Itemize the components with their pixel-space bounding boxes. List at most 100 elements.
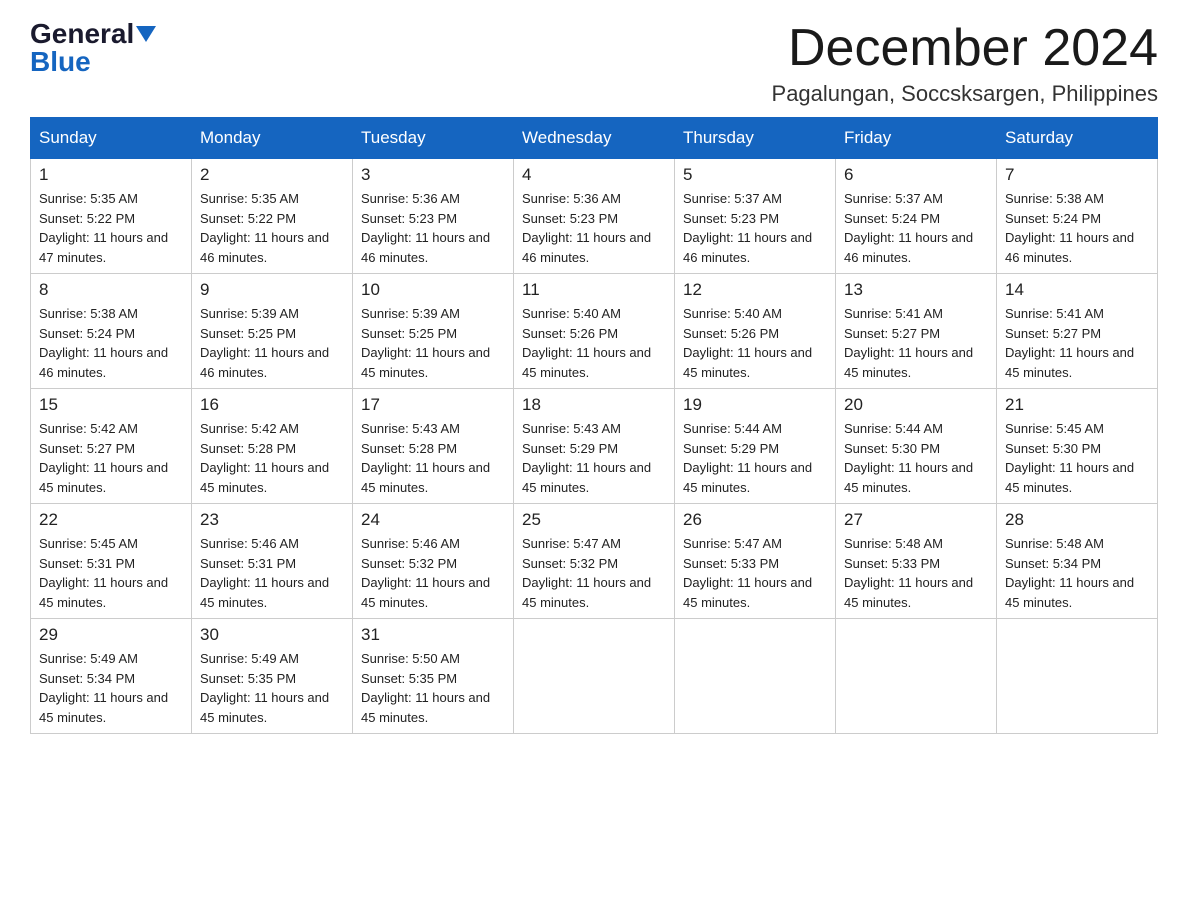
header-sunday: Sunday [31, 118, 192, 159]
day-info: Sunrise: 5:44 AM Sunset: 5:30 PM Dayligh… [844, 419, 988, 497]
sunrise-label: Sunrise: 5:47 AM [522, 536, 621, 551]
calendar-cell: 15 Sunrise: 5:42 AM Sunset: 5:27 PM Dayl… [31, 389, 192, 504]
day-info: Sunrise: 5:39 AM Sunset: 5:25 PM Dayligh… [200, 304, 344, 382]
sunrise-label: Sunrise: 5:40 AM [522, 306, 621, 321]
day-info: Sunrise: 5:37 AM Sunset: 5:24 PM Dayligh… [844, 189, 988, 267]
daylight-label: Daylight: 11 hours and 45 minutes. [200, 690, 329, 725]
sunrise-label: Sunrise: 5:38 AM [39, 306, 138, 321]
day-info: Sunrise: 5:35 AM Sunset: 5:22 PM Dayligh… [39, 189, 183, 267]
sunrise-label: Sunrise: 5:45 AM [39, 536, 138, 551]
location-subtitle: Pagalungan, Soccsksargen, Philippines [772, 81, 1158, 107]
calendar-cell: 12 Sunrise: 5:40 AM Sunset: 5:26 PM Dayl… [675, 274, 836, 389]
sunset-label: Sunset: 5:30 PM [1005, 441, 1101, 456]
calendar-cell: 22 Sunrise: 5:45 AM Sunset: 5:31 PM Dayl… [31, 504, 192, 619]
logo-general: General [30, 20, 134, 48]
calendar-cell: 5 Sunrise: 5:37 AM Sunset: 5:23 PM Dayli… [675, 159, 836, 274]
calendar-cell: 18 Sunrise: 5:43 AM Sunset: 5:29 PM Dayl… [514, 389, 675, 504]
sunset-label: Sunset: 5:22 PM [200, 211, 296, 226]
day-number: 21 [1005, 395, 1149, 415]
day-info: Sunrise: 5:42 AM Sunset: 5:28 PM Dayligh… [200, 419, 344, 497]
sunrise-label: Sunrise: 5:42 AM [39, 421, 138, 436]
calendar-cell: 2 Sunrise: 5:35 AM Sunset: 5:22 PM Dayli… [192, 159, 353, 274]
daylight-label: Daylight: 11 hours and 45 minutes. [1005, 345, 1134, 380]
day-info: Sunrise: 5:36 AM Sunset: 5:23 PM Dayligh… [361, 189, 505, 267]
daylight-label: Daylight: 11 hours and 45 minutes. [683, 345, 812, 380]
day-info: Sunrise: 5:49 AM Sunset: 5:34 PM Dayligh… [39, 649, 183, 727]
sunrise-label: Sunrise: 5:35 AM [39, 191, 138, 206]
day-info: Sunrise: 5:46 AM Sunset: 5:32 PM Dayligh… [361, 534, 505, 612]
day-number: 13 [844, 280, 988, 300]
sunset-label: Sunset: 5:24 PM [1005, 211, 1101, 226]
daylight-label: Daylight: 11 hours and 45 minutes. [39, 690, 168, 725]
calendar-cell: 24 Sunrise: 5:46 AM Sunset: 5:32 PM Dayl… [353, 504, 514, 619]
daylight-label: Daylight: 11 hours and 46 minutes. [1005, 230, 1134, 265]
calendar-header-row: SundayMondayTuesdayWednesdayThursdayFrid… [31, 118, 1158, 159]
day-info: Sunrise: 5:38 AM Sunset: 5:24 PM Dayligh… [39, 304, 183, 382]
daylight-label: Daylight: 11 hours and 45 minutes. [361, 345, 490, 380]
calendar-cell: 1 Sunrise: 5:35 AM Sunset: 5:22 PM Dayli… [31, 159, 192, 274]
day-info: Sunrise: 5:38 AM Sunset: 5:24 PM Dayligh… [1005, 189, 1149, 267]
day-info: Sunrise: 5:41 AM Sunset: 5:27 PM Dayligh… [844, 304, 988, 382]
calendar-cell: 20 Sunrise: 5:44 AM Sunset: 5:30 PM Dayl… [836, 389, 997, 504]
day-info: Sunrise: 5:43 AM Sunset: 5:29 PM Dayligh… [522, 419, 666, 497]
day-info: Sunrise: 5:41 AM Sunset: 5:27 PM Dayligh… [1005, 304, 1149, 382]
sunset-label: Sunset: 5:27 PM [1005, 326, 1101, 341]
sunset-label: Sunset: 5:33 PM [844, 556, 940, 571]
header-monday: Monday [192, 118, 353, 159]
day-number: 7 [1005, 165, 1149, 185]
day-info: Sunrise: 5:46 AM Sunset: 5:31 PM Dayligh… [200, 534, 344, 612]
sunset-label: Sunset: 5:27 PM [39, 441, 135, 456]
sunset-label: Sunset: 5:34 PM [39, 671, 135, 686]
header-tuesday: Tuesday [353, 118, 514, 159]
day-info: Sunrise: 5:48 AM Sunset: 5:34 PM Dayligh… [1005, 534, 1149, 612]
daylight-label: Daylight: 11 hours and 46 minutes. [522, 230, 651, 265]
day-number: 16 [200, 395, 344, 415]
calendar-cell: 28 Sunrise: 5:48 AM Sunset: 5:34 PM Dayl… [997, 504, 1158, 619]
daylight-label: Daylight: 11 hours and 45 minutes. [683, 575, 812, 610]
sunset-label: Sunset: 5:32 PM [522, 556, 618, 571]
daylight-label: Daylight: 11 hours and 45 minutes. [844, 575, 973, 610]
day-info: Sunrise: 5:42 AM Sunset: 5:27 PM Dayligh… [39, 419, 183, 497]
calendar-cell [675, 619, 836, 734]
sunset-label: Sunset: 5:26 PM [522, 326, 618, 341]
calendar-cell: 19 Sunrise: 5:44 AM Sunset: 5:29 PM Dayl… [675, 389, 836, 504]
daylight-label: Daylight: 11 hours and 45 minutes. [1005, 575, 1134, 610]
sunrise-label: Sunrise: 5:45 AM [1005, 421, 1104, 436]
sunrise-label: Sunrise: 5:41 AM [844, 306, 943, 321]
calendar-cell: 21 Sunrise: 5:45 AM Sunset: 5:30 PM Dayl… [997, 389, 1158, 504]
sunset-label: Sunset: 5:23 PM [683, 211, 779, 226]
sunrise-label: Sunrise: 5:47 AM [683, 536, 782, 551]
calendar-cell: 6 Sunrise: 5:37 AM Sunset: 5:24 PM Dayli… [836, 159, 997, 274]
calendar-cell: 16 Sunrise: 5:42 AM Sunset: 5:28 PM Dayl… [192, 389, 353, 504]
daylight-label: Daylight: 11 hours and 45 minutes. [39, 460, 168, 495]
daylight-label: Daylight: 11 hours and 45 minutes. [522, 345, 651, 380]
calendar-cell: 27 Sunrise: 5:48 AM Sunset: 5:33 PM Dayl… [836, 504, 997, 619]
day-number: 11 [522, 280, 666, 300]
sunrise-label: Sunrise: 5:43 AM [522, 421, 621, 436]
sunset-label: Sunset: 5:29 PM [683, 441, 779, 456]
sunset-label: Sunset: 5:25 PM [361, 326, 457, 341]
daylight-label: Daylight: 11 hours and 46 minutes. [200, 230, 329, 265]
day-info: Sunrise: 5:45 AM Sunset: 5:30 PM Dayligh… [1005, 419, 1149, 497]
sunrise-label: Sunrise: 5:50 AM [361, 651, 460, 666]
sunset-label: Sunset: 5:27 PM [844, 326, 940, 341]
calendar-cell: 4 Sunrise: 5:36 AM Sunset: 5:23 PM Dayli… [514, 159, 675, 274]
calendar-cell: 17 Sunrise: 5:43 AM Sunset: 5:28 PM Dayl… [353, 389, 514, 504]
sunset-label: Sunset: 5:33 PM [683, 556, 779, 571]
day-number: 25 [522, 510, 666, 530]
day-info: Sunrise: 5:47 AM Sunset: 5:32 PM Dayligh… [522, 534, 666, 612]
daylight-label: Daylight: 11 hours and 46 minutes. [683, 230, 812, 265]
sunrise-label: Sunrise: 5:38 AM [1005, 191, 1104, 206]
sunrise-label: Sunrise: 5:39 AM [200, 306, 299, 321]
day-info: Sunrise: 5:50 AM Sunset: 5:35 PM Dayligh… [361, 649, 505, 727]
calendar-cell: 13 Sunrise: 5:41 AM Sunset: 5:27 PM Dayl… [836, 274, 997, 389]
day-number: 2 [200, 165, 344, 185]
sunset-label: Sunset: 5:24 PM [39, 326, 135, 341]
week-row-2: 8 Sunrise: 5:38 AM Sunset: 5:24 PM Dayli… [31, 274, 1158, 389]
daylight-label: Daylight: 11 hours and 45 minutes. [522, 460, 651, 495]
header-thursday: Thursday [675, 118, 836, 159]
month-title: December 2024 [772, 20, 1158, 77]
day-info: Sunrise: 5:47 AM Sunset: 5:33 PM Dayligh… [683, 534, 827, 612]
day-info: Sunrise: 5:44 AM Sunset: 5:29 PM Dayligh… [683, 419, 827, 497]
calendar-cell: 8 Sunrise: 5:38 AM Sunset: 5:24 PM Dayli… [31, 274, 192, 389]
